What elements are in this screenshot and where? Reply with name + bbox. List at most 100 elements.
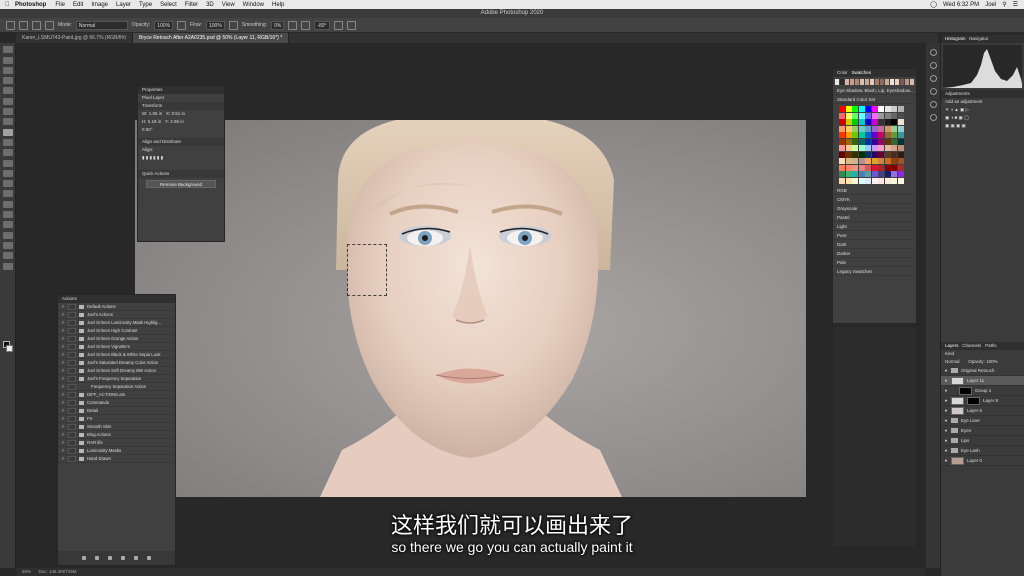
color-swatch[interactable] [891,164,897,171]
color-swatch[interactable] [852,106,858,112]
angle-field[interactable]: -80° [314,20,330,30]
color-swatch[interactable] [858,171,865,177]
recent-swatch[interactable] [844,79,850,85]
brush-tool-icon[interactable] [19,20,28,30]
action-check-icon[interactable]: ✓ [58,367,68,375]
action-dialog-icon[interactable] [68,327,76,334]
color-swatch[interactable] [897,158,904,164]
visibility-eye-icon[interactable]: ● [941,418,951,423]
quick-actions-section[interactable]: Quick Actions [138,170,224,178]
color-swatch[interactable] [884,145,891,151]
record-icon[interactable] [95,556,99,560]
action-check-icon[interactable]: ✓ [58,447,68,455]
clone-stamp-tool-icon[interactable] [2,138,13,146]
color-swatch[interactable] [839,171,845,177]
color-swatch[interactable] [845,145,852,151]
color-swatch[interactable] [897,171,904,177]
tab-color[interactable]: Color [837,70,848,75]
action-check-icon[interactable]: ✓ [58,303,68,311]
frame-tool-icon[interactable] [2,97,13,105]
color-swatch[interactable] [839,177,845,184]
color-swatch[interactable] [891,171,897,177]
crop-tool-icon[interactable] [2,87,13,95]
color-swatch[interactable] [878,158,884,164]
smoothing-options-icon[interactable] [288,20,298,30]
adjustment-icons-row-3[interactable]: ▣ ▣ ▣ ▣ [941,122,1024,130]
color-swatch[interactable] [845,151,852,158]
flow-field[interactable]: 100% [206,20,225,30]
color-swatch[interactable] [865,158,871,164]
recent-swatch[interactable] [864,79,870,85]
action-dialog-icon[interactable] [68,439,76,446]
dodge-tool-icon[interactable] [2,190,13,198]
color-swatch[interactable] [871,145,878,151]
visibility-eye-icon[interactable]: ● [941,438,951,443]
swatch-group[interactable]: Darker [833,249,916,258]
color-swatch[interactable] [839,106,845,112]
action-dialog-icon[interactable] [68,335,76,342]
color-swatch[interactable] [897,119,904,125]
color-swatch[interactable] [852,138,858,145]
color-swatch[interactable] [845,119,852,125]
color-swatch[interactable] [852,119,858,125]
recent-swatch[interactable] [835,79,840,85]
symmetry-icon[interactable] [346,20,356,30]
color-swatch[interactable] [858,151,865,158]
color-swatch[interactable] [865,145,871,151]
color-swatch[interactable] [852,158,858,164]
swatch-group[interactable]: Grayscale [833,204,916,213]
color-swatch[interactable] [878,132,884,138]
layer-thumbnail[interactable] [951,456,964,465]
color-swatch[interactable] [839,145,845,151]
layer-thumbnail[interactable] [951,376,964,385]
color-swatch[interactable] [852,145,858,151]
color-swatch[interactable] [891,177,897,184]
new-set-icon[interactable] [121,556,125,560]
action-check-icon[interactable]: ✓ [58,351,68,359]
color-swatch[interactable] [845,106,852,112]
swatch-group[interactable]: RGB [833,186,916,195]
color-swatch[interactable] [865,164,871,171]
tab-paths[interactable]: Paths [985,343,997,348]
recent-swatch[interactable] [849,79,855,85]
remove-background-button[interactable]: Remove Background [146,180,216,188]
y-field[interactable]: 2.96 in [170,119,184,124]
color-swatch[interactable] [878,119,884,125]
color-swatch[interactable] [865,125,871,132]
action-check-icon[interactable]: ✓ [58,343,68,351]
color-swatch[interactable] [858,125,865,132]
color-swatch[interactable] [845,164,852,171]
adjustments-title[interactable]: Adjustments [941,90,1024,98]
layer-thumbnail[interactable] [951,406,964,415]
layer-row[interactable]: ● Eye Liner [941,416,1024,426]
tab-channels[interactable]: Channels [962,343,981,348]
shape-tool-icon[interactable] [2,231,13,239]
brush-settings-icon[interactable] [45,20,54,30]
actions-title[interactable]: Actions [58,295,175,303]
swatch-group[interactable]: Pure [833,231,916,240]
pen-tool-icon[interactable] [2,200,13,208]
color-swatch[interactable] [839,158,845,164]
color-swatch[interactable] [845,177,852,184]
action-check-icon[interactable]: ✓ [58,383,68,391]
recent-swatch[interactable] [894,79,900,85]
gradient-tool-icon[interactable] [2,169,13,177]
clock[interactable]: Wed 6:32 PM [943,2,979,8]
color-swatch[interactable] [891,145,897,151]
brush-panel-icon[interactable] [929,75,937,82]
pressure-opacity-icon[interactable] [177,20,187,30]
action-dialog-icon[interactable] [68,431,76,438]
color-swatch[interactable] [871,106,878,112]
color-swatch[interactable] [897,138,904,145]
visibility-eye-icon[interactable]: ● [941,398,951,403]
color-swatch[interactable] [852,171,858,177]
color-swatch[interactable] [897,151,904,158]
adjustment-icons-row-2[interactable]: ▣ ◑ ■ ▣ ◯ [941,114,1024,122]
color-swatch[interactable] [845,171,852,177]
action-check-icon[interactable]: ✓ [58,311,68,319]
color-swatch[interactable] [852,112,858,119]
more-tools-icon[interactable] [2,262,13,270]
color-swatch[interactable] [891,112,897,119]
layer-opacity-field[interactable]: 100% [986,359,998,364]
history-brush-tool-icon[interactable] [2,149,13,157]
